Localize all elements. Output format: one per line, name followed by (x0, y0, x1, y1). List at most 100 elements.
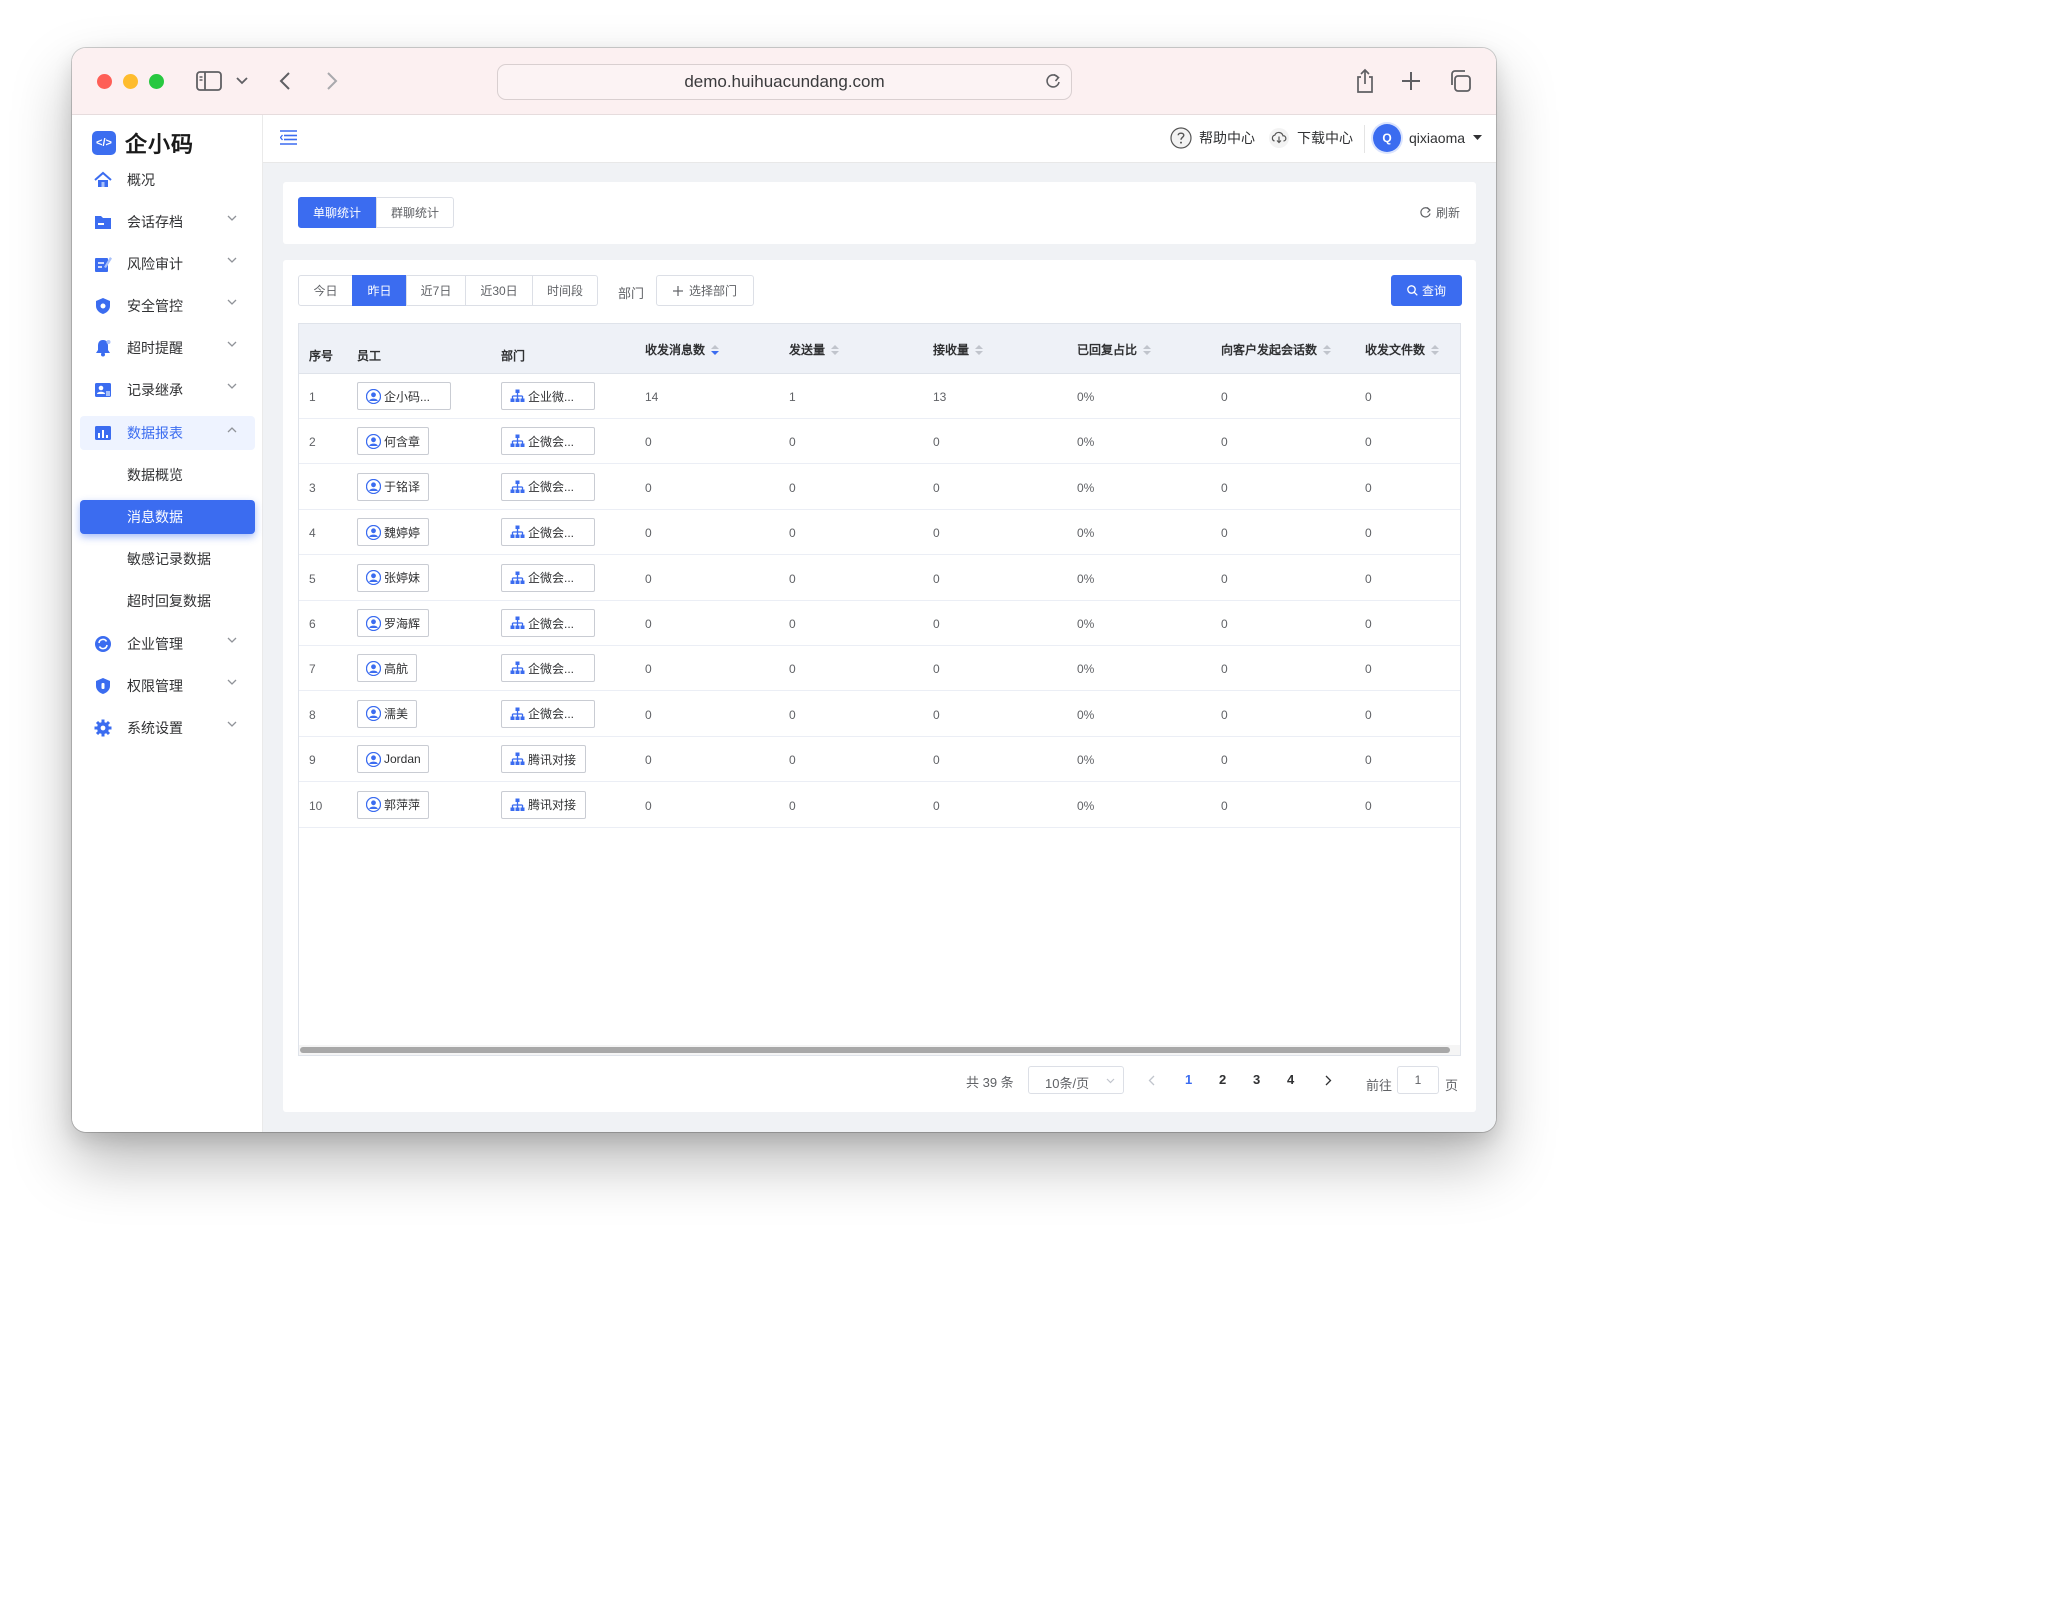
table-row: 5 张婷妹 企微会... 0 0 0 0% 0 0 (299, 556, 1460, 601)
brand-name: 企小码 (125, 132, 195, 157)
sort-icon[interactable] (831, 344, 840, 355)
page-4[interactable]: 4 (1287, 1072, 1294, 1087)
horizontal-scrollbar-thumb[interactable] (300, 1047, 1450, 1053)
horizontal-scrollbar-track[interactable] (299, 1045, 1460, 1055)
header-initiated-sessions[interactable]: 向客户发起会话数 (1221, 341, 1332, 358)
cell-total: 0 (645, 526, 652, 541)
employee-name: 罗海辉 (384, 616, 421, 631)
employee-name: 魏婷婷 (384, 525, 421, 540)
sidebar-subitem-sensitive-data[interactable]: 敏感记录数据 (80, 542, 255, 576)
select-department-button[interactable]: 选择部门 (656, 275, 754, 306)
prev-page-icon[interactable] (1148, 1073, 1155, 1091)
person-icon (366, 660, 381, 676)
goto-page-input[interactable]: 1 (1397, 1066, 1439, 1094)
forward-arrow-icon[interactable] (324, 70, 340, 92)
chevron-down-icon[interactable] (235, 75, 249, 87)
department-tag[interactable]: 企微会... (501, 427, 595, 456)
sidebar-subitem-timeout-data[interactable]: 超时回复数据 (80, 584, 255, 618)
reload-icon[interactable] (1043, 71, 1063, 96)
sidebar-item-chat-archive[interactable]: 会话存档 (80, 205, 255, 239)
sidebar-item-data-report[interactable]: 数据报表 (80, 416, 255, 450)
username: qixiaoma (1409, 130, 1466, 146)
menu-collapse-icon[interactable] (279, 130, 297, 150)
date-filter-yesterday[interactable]: 昨日 (352, 275, 407, 306)
sort-icon[interactable] (711, 344, 720, 355)
employee-tag[interactable]: 濡美 (357, 699, 417, 728)
employee-tag[interactable]: 何含章 (357, 427, 429, 456)
share-icon[interactable] (1354, 68, 1376, 94)
header-files[interactable]: 收发文件数 (1365, 341, 1440, 358)
department-tag[interactable]: 企微会... (501, 609, 595, 637)
page-3[interactable]: 3 (1253, 1072, 1260, 1087)
header-sent[interactable]: 发送量 (789, 341, 840, 358)
tab-overview-icon[interactable] (1447, 69, 1473, 93)
sidebar-subitem-data-overview[interactable]: 数据概览 (80, 458, 255, 492)
user-menu[interactable]: Q qixiaoma (1373, 124, 1483, 152)
sidebar-item-timeout-reminder[interactable]: 超时提醒 (80, 331, 255, 365)
tab-single-chat[interactable]: 单聊统计 (298, 197, 376, 228)
sort-icon[interactable] (1431, 344, 1440, 355)
refresh-icon (1420, 207, 1431, 218)
sidebar-item-risk-audit[interactable]: 风险审计 (80, 247, 255, 281)
cell-sent: 0 (789, 662, 796, 677)
sort-icon[interactable] (1323, 344, 1332, 355)
sidebar-item-record-inherit[interactable]: 记录继承 (80, 373, 255, 407)
page-1[interactable]: 1 (1185, 1072, 1192, 1087)
shield-icon (96, 298, 110, 314)
sidebar-subitem-message-data[interactable]: 消息数据 (80, 500, 255, 534)
back-arrow-icon[interactable] (277, 70, 293, 92)
bar-chart-icon (95, 426, 111, 440)
employee-tag[interactable]: 罗海辉 (357, 609, 429, 637)
date-filter-today[interactable]: 今日 (298, 275, 353, 306)
department-tag[interactable]: 企微会... (501, 699, 595, 728)
brand-logo[interactable]: </> 企小码 (92, 127, 194, 159)
date-filter-7days[interactable]: 近7日 (406, 275, 466, 306)
lock-shield-icon (96, 678, 110, 694)
sort-icon[interactable] (975, 344, 984, 355)
header-total-messages[interactable]: 收发消息数 (645, 341, 720, 358)
close-window-button[interactable] (97, 74, 112, 89)
sidebar-item-overview[interactable]: 概况 (80, 163, 255, 197)
address-bar[interactable]: demo.huihuacundang.com (497, 64, 1072, 100)
sidebar-toggle-icon[interactable] (196, 70, 222, 92)
department-tag[interactable]: 腾讯对接 (501, 790, 586, 819)
sort-icon[interactable] (1143, 344, 1152, 355)
cell-sent: 0 (789, 526, 796, 541)
download-center-link[interactable]: 下载中心 (1268, 127, 1353, 149)
department-tag[interactable]: 企微会... (501, 654, 595, 683)
date-filter-range[interactable]: 时间段 (532, 275, 598, 306)
date-filter-30days[interactable]: 近30日 (465, 275, 533, 306)
employee-tag[interactable]: Jordan (357, 745, 429, 774)
help-center-link[interactable]: 帮助中心 (1170, 127, 1255, 149)
page-size-select[interactable]: 10条/页 (1028, 1066, 1124, 1094)
next-page-icon[interactable] (1325, 1073, 1332, 1091)
sidebar-item-settings[interactable]: 系统设置 (80, 711, 255, 745)
query-button[interactable]: 查询 (1391, 275, 1462, 306)
tab-group-chat[interactable]: 群聊统计 (376, 197, 454, 228)
minimize-window-button[interactable] (123, 74, 138, 89)
cell-files: 0 (1365, 435, 1372, 450)
department-tag[interactable]: 企业微... (501, 382, 595, 410)
sidebar-item-permission[interactable]: 权限管理 (80, 669, 255, 703)
employee-tag[interactable]: 企小码... (357, 382, 451, 410)
department-tag[interactable]: 腾讯对接 (501, 745, 586, 774)
sidebar-item-enterprise[interactable]: 企业管理 (80, 627, 255, 661)
employee-tag[interactable]: 张婷妹 (357, 563, 429, 592)
department-tag[interactable]: 企微会... (501, 472, 595, 501)
department-tag[interactable]: 企微会... (501, 563, 595, 592)
cell-total: 0 (645, 662, 652, 677)
department-tag[interactable]: 企微会... (501, 518, 595, 547)
page-2[interactable]: 2 (1219, 1072, 1226, 1087)
cell-ratio: 0% (1077, 617, 1095, 631)
sidebar-item-security[interactable]: 安全管控 (80, 289, 255, 323)
employee-tag[interactable]: 高航 (357, 654, 417, 683)
employee-tag[interactable]: 魏婷婷 (357, 518, 429, 547)
new-tab-plus-icon[interactable] (1400, 70, 1422, 92)
header-reply-ratio[interactable]: 已回复占比 (1077, 341, 1152, 358)
header-received[interactable]: 接收量 (933, 341, 984, 358)
refresh-button[interactable]: 刷新 (1419, 204, 1460, 221)
employee-tag[interactable]: 于铭译 (357, 472, 429, 501)
employee-tag[interactable]: 郭萍萍 (357, 790, 429, 819)
zoom-window-button[interactable] (149, 74, 164, 89)
person-icon (366, 524, 381, 540)
